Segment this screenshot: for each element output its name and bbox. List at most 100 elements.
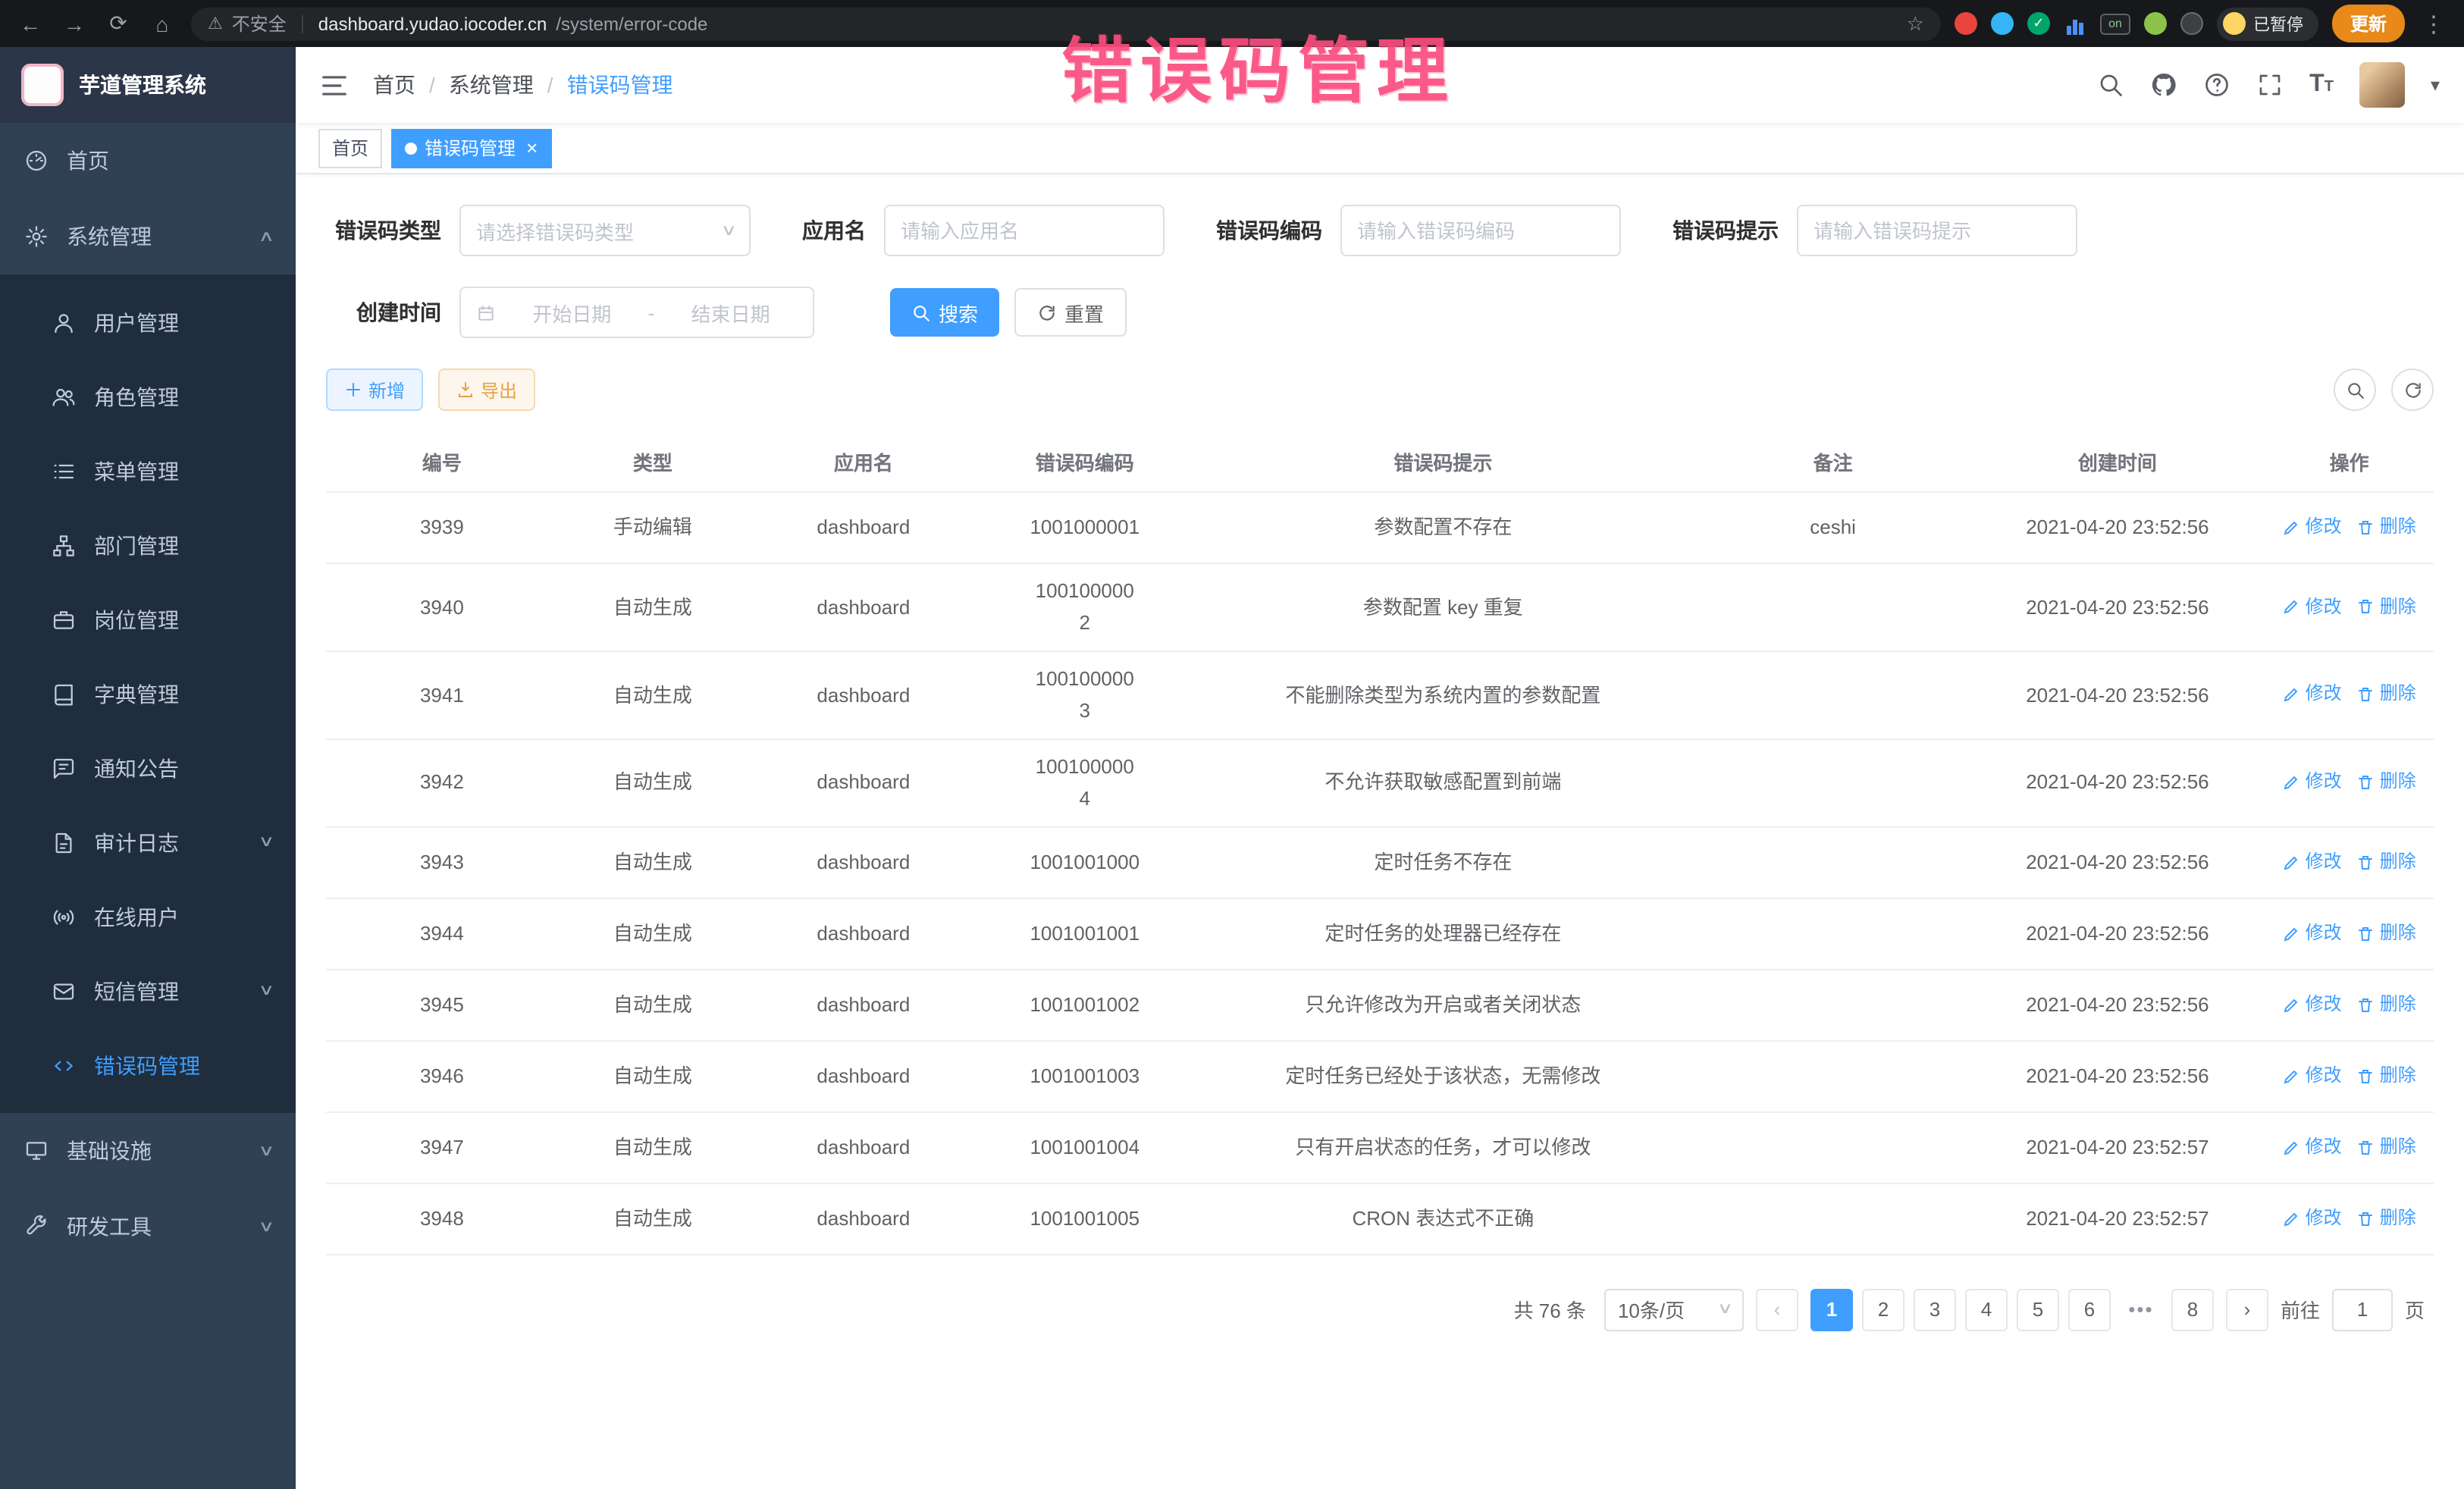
delete-link[interactable]: 删除 xyxy=(2357,1203,2416,1234)
extension-pin-icon[interactable] xyxy=(2180,12,2203,35)
update-button[interactable]: 更新 xyxy=(2332,5,2405,42)
extension-on-badge[interactable]: on xyxy=(2100,13,2130,34)
delete-link[interactable]: 删除 xyxy=(2357,918,2416,948)
error-type-select[interactable]: 请选择错误码类型 ∨ xyxy=(459,205,751,256)
breadcrumb-item-system[interactable]: 系统管理 xyxy=(449,70,534,100)
toggle-search-button[interactable] xyxy=(2334,368,2376,411)
page-button-3[interactable]: 3 xyxy=(1914,1288,1956,1331)
sidebar-item-sms[interactable]: 短信管理 ∨ xyxy=(0,954,296,1028)
reset-button[interactable]: 重置 xyxy=(1014,288,1127,337)
avatar[interactable] xyxy=(2359,62,2405,108)
page-button-1[interactable]: 1 xyxy=(1810,1288,1853,1331)
error-code-input[interactable] xyxy=(1340,205,1621,256)
fullscreen-icon[interactable] xyxy=(2256,71,2284,99)
edit-link[interactable]: 修改 xyxy=(2283,918,2342,948)
cell-id: 3946 xyxy=(326,1060,558,1092)
add-button[interactable]: 新增 xyxy=(326,368,423,411)
goto-input[interactable] xyxy=(2332,1288,2393,1331)
date-end-placeholder[interactable]: 结束日期 xyxy=(663,298,798,327)
extension-bars-icon[interactable] xyxy=(2064,12,2086,35)
delete-link[interactable]: 删除 xyxy=(2357,1132,2416,1162)
refresh-button[interactable] xyxy=(2391,368,2434,411)
breadcrumb-item-home[interactable]: 首页 xyxy=(373,70,415,100)
github-icon[interactable] xyxy=(2150,71,2177,99)
app-name-input[interactable] xyxy=(884,205,1165,256)
date-range-picker[interactable]: 开始日期 - 结束日期 xyxy=(459,287,814,338)
error-msg-input[interactable] xyxy=(1797,205,2077,256)
extension-check-icon[interactable]: ✓ xyxy=(2027,12,2050,35)
pages-ellipsis[interactable]: ••• xyxy=(2120,1288,2162,1331)
page-button-5[interactable]: 5 xyxy=(2017,1288,2059,1331)
table-row: 3946 自动生成 dashboard 1001001003 定时任务已经处于该… xyxy=(326,1041,2434,1112)
tag-error-code[interactable]: 错误码管理 × xyxy=(391,128,551,168)
next-page-button[interactable]: › xyxy=(2226,1288,2268,1331)
sidebar-item-online[interactable]: 在线用户 xyxy=(0,879,296,954)
edit-link[interactable]: 修改 xyxy=(2283,1061,2342,1091)
sidebar-item-notice[interactable]: 通知公告 xyxy=(0,731,296,805)
sidebar-item-log[interactable]: 审计日志 ∨ xyxy=(0,805,296,879)
profile-chip[interactable]: 已暂停 xyxy=(2217,7,2318,40)
export-button[interactable]: 导出 xyxy=(438,368,535,411)
sidebar-item-menu[interactable]: 菜单管理 xyxy=(0,434,296,508)
cell-ops: 修改 删除 xyxy=(2265,847,2434,877)
tag-home[interactable]: 首页 xyxy=(318,128,382,168)
browser-menu-icon[interactable]: ⋮ xyxy=(2419,10,2449,37)
sidebar-item-dict[interactable]: 字典管理 xyxy=(0,657,296,731)
sms-icon xyxy=(52,979,76,1003)
home-icon[interactable]: ⌂ xyxy=(147,11,177,36)
delete-link[interactable]: 删除 xyxy=(2357,1061,2416,1091)
page-size-select[interactable]: 10条/页 ∨ xyxy=(1604,1288,1744,1331)
close-icon[interactable]: × xyxy=(526,138,538,158)
sidebar-item-tools[interactable]: 研发工具 ∨ xyxy=(0,1189,296,1265)
extension-leaf-icon[interactable] xyxy=(2144,12,2167,35)
sidebar-item-dashboard[interactable]: 首页 xyxy=(0,123,296,199)
reload-icon[interactable]: ⟳ xyxy=(103,11,133,36)
page-button-4[interactable]: 4 xyxy=(1965,1288,2008,1331)
sidebar-item-infra[interactable]: 基础设施 ∨ xyxy=(0,1113,296,1189)
sidebar-item-users[interactable]: 角色管理 xyxy=(0,359,296,434)
delete-link[interactable]: 删除 xyxy=(2357,847,2416,877)
edit-link[interactable]: 修改 xyxy=(2283,1203,2342,1234)
cell-time: 2021-04-20 23:52:56 xyxy=(1970,591,2265,623)
edit-link[interactable]: 修改 xyxy=(2283,513,2342,543)
security-label[interactable]: 不安全 xyxy=(232,11,287,36)
sidebar-item-post[interactable]: 岗位管理 xyxy=(0,582,296,657)
cell-remark: ceshi xyxy=(1696,512,1970,544)
sidebar-item-system[interactable]: 系统管理 ∧ xyxy=(0,199,296,274)
page-button-8[interactable]: 8 xyxy=(2171,1288,2214,1331)
extension-red-icon[interactable] xyxy=(1955,12,1977,35)
edit-link[interactable]: 修改 xyxy=(2283,768,2342,798)
delete-link[interactable]: 删除 xyxy=(2357,989,2416,1020)
page-button-2[interactable]: 2 xyxy=(1862,1288,1904,1331)
edit-link[interactable]: 修改 xyxy=(2283,989,2342,1020)
extension-droplet-icon[interactable] xyxy=(1991,12,2014,35)
col-time: 创建时间 xyxy=(1970,447,2265,476)
app-logo-area[interactable]: 芋道管理系统 xyxy=(0,47,296,123)
cell-type: 自动生成 xyxy=(558,989,748,1021)
page-button-6[interactable]: 6 xyxy=(2068,1288,2111,1331)
search-button[interactable]: 搜索 xyxy=(890,288,999,337)
bookmark-star-icon[interactable]: ☆ xyxy=(1907,11,1924,36)
search-icon[interactable] xyxy=(2097,71,2124,99)
url-bar[interactable]: ⚠ 不安全 dashboard.yudao.iocoder.cn/system/… xyxy=(191,7,1941,40)
prev-page-button[interactable]: ‹ xyxy=(1756,1288,1798,1331)
delete-link[interactable]: 删除 xyxy=(2357,680,2416,710)
delete-link[interactable]: 删除 xyxy=(2357,513,2416,543)
hamburger-icon[interactable] xyxy=(320,71,349,99)
back-icon[interactable]: ← xyxy=(15,11,45,36)
delete-link[interactable]: 删除 xyxy=(2357,768,2416,798)
sidebar-item-user[interactable]: 用户管理 xyxy=(0,285,296,359)
sidebar-item-tree[interactable]: 部门管理 xyxy=(0,508,296,582)
delete-link[interactable]: 删除 xyxy=(2357,592,2416,622)
caret-down-icon[interactable]: ▾ xyxy=(2431,74,2440,96)
date-start-placeholder[interactable]: 开始日期 xyxy=(505,298,639,327)
font-size-icon[interactable]: TT xyxy=(2309,73,2334,97)
edit-link[interactable]: 修改 xyxy=(2283,847,2342,877)
help-icon[interactable] xyxy=(2203,71,2230,99)
col-ops: 操作 xyxy=(2265,447,2434,476)
edit-link[interactable]: 修改 xyxy=(2283,1132,2342,1162)
forward-icon[interactable]: → xyxy=(59,11,89,36)
edit-link[interactable]: 修改 xyxy=(2283,680,2342,710)
edit-link[interactable]: 修改 xyxy=(2283,592,2342,622)
sidebar-item-code[interactable]: 错误码管理 xyxy=(0,1028,296,1102)
